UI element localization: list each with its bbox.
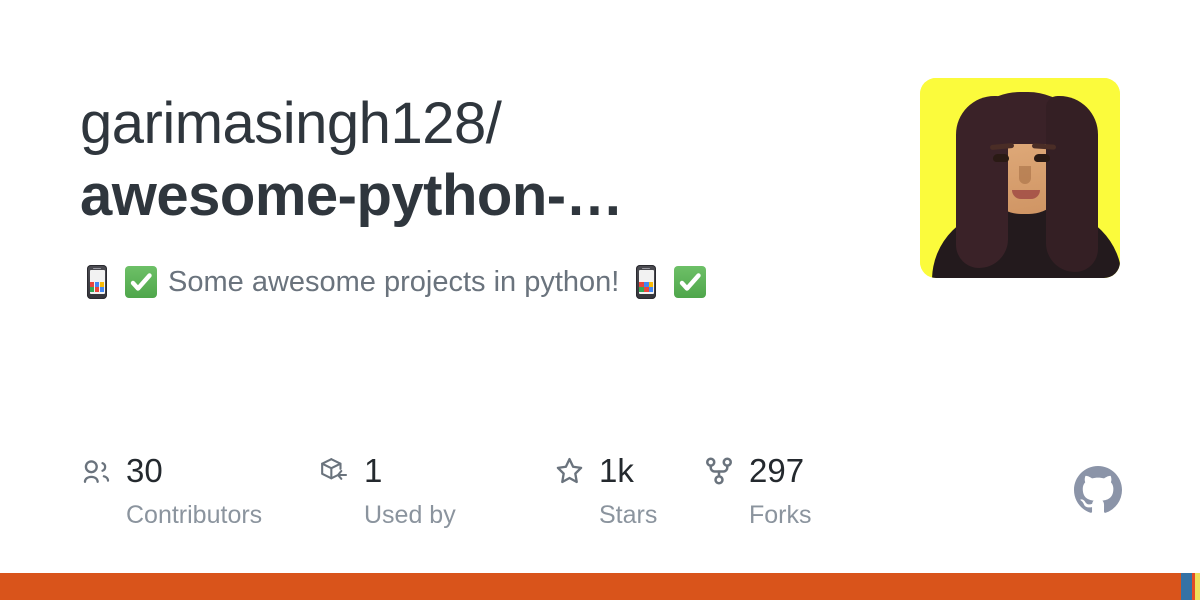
language-segment	[0, 573, 1182, 600]
stat-value: 1	[364, 452, 383, 489]
repository-stats: 30 Contributors 1 Used by 1k Stars 297 F…	[80, 452, 863, 532]
github-octocat-icon	[1074, 466, 1122, 514]
stat-stars: 1k Stars	[553, 452, 703, 532]
avatar	[920, 78, 1120, 278]
people-icon	[80, 455, 112, 487]
description-text: Some awesome projects in python!	[168, 266, 620, 298]
page-title: garimasingh128/ awesome-python-…	[80, 88, 870, 232]
language-segment	[1181, 573, 1193, 600]
repository-name: awesome-python-…	[80, 163, 624, 228]
stat-label: Contributors	[126, 501, 263, 529]
language-segment	[1195, 573, 1200, 600]
mobile-phone-icon	[80, 265, 114, 299]
star-icon	[553, 455, 585, 487]
stat-label: Used by	[364, 501, 456, 529]
repository-social-card: garimasingh128/ awesome-python-… Some aw…	[0, 0, 1200, 600]
stat-forks: 297 Forks	[703, 452, 863, 532]
fork-icon	[703, 455, 735, 487]
stat-value: 30	[126, 452, 163, 489]
package-icon	[318, 455, 350, 487]
mobile-phone-icon	[629, 265, 663, 299]
avatar-photo	[920, 78, 1120, 278]
white-check-mark-icon	[124, 265, 158, 299]
repository-owner: garimasingh128/	[80, 91, 502, 156]
stat-label: Forks	[749, 501, 812, 529]
white-check-mark-icon	[673, 265, 707, 299]
repository-description: Some awesome projects in python!	[80, 262, 880, 302]
stat-value: 1k	[599, 452, 634, 489]
stat-label: Stars	[599, 501, 658, 529]
stat-used-by: 1 Used by	[318, 452, 553, 532]
stat-value: 297	[749, 452, 805, 489]
repository-title-block: garimasingh128/ awesome-python-…	[80, 88, 870, 232]
language-bar	[0, 573, 1200, 600]
stat-contributors: 30 Contributors	[80, 452, 318, 532]
